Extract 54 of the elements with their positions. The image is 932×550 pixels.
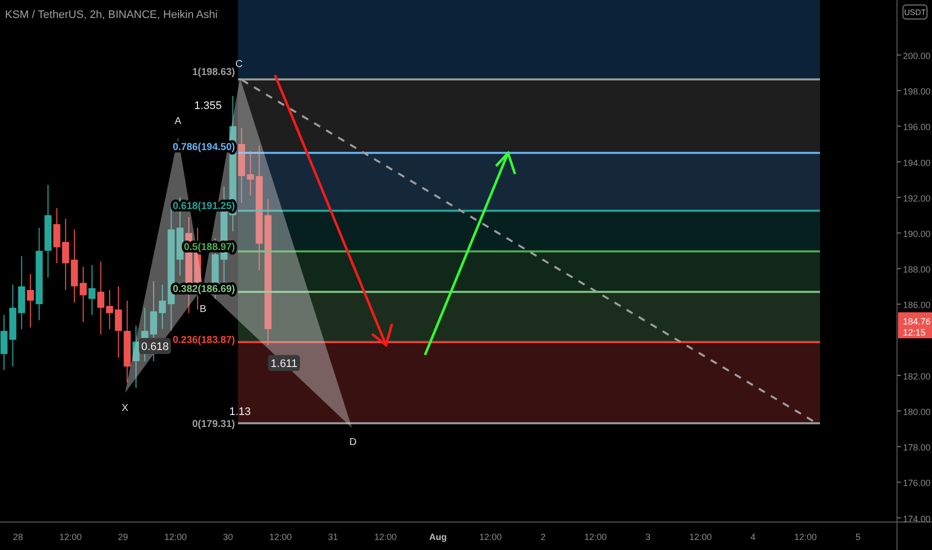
price-axis-label: 200.00 (903, 51, 931, 61)
time-axis-label: 3 (646, 532, 650, 542)
price-axis-label: 196.00 (903, 122, 931, 132)
chart-title: KSM / TetherUS, 2h, BINANCE, Heikin Ashi (5, 9, 218, 21)
pattern-ratio-badge: 1.611 (268, 355, 300, 371)
candlestick (132, 325, 140, 388)
candlestick (88, 264, 96, 316)
candlestick (53, 208, 60, 264)
time-axis-label: 12:00 (374, 532, 397, 542)
price-axis-label: 188.00 (903, 264, 931, 275)
fib-level-label: 0.618(191.25) (172, 201, 235, 212)
pattern-ratio-label: 1.13 (229, 406, 251, 418)
candlestick (80, 266, 87, 322)
time-axis-label: 12:00 (59, 532, 82, 542)
price-axis-label: 182.00 (903, 371, 931, 382)
time-axis-label: 12:00 (689, 532, 712, 542)
fib-level-label: 0.5(188.97) (184, 242, 235, 253)
pattern-ratio-label: 1.355 (194, 100, 222, 112)
time-axis-label: 28 (13, 532, 23, 542)
price-axis-label: 194.00 (903, 158, 931, 168)
pattern-point-label: B (200, 304, 206, 315)
currency-badge[interactable]: USDT (902, 4, 928, 20)
price-axis-label: 186.00 (903, 300, 931, 310)
price-axis-label: 178.00 (903, 442, 931, 453)
pattern-point-label: C (235, 59, 243, 70)
pattern-point-label: A (174, 116, 182, 127)
price-axis-label: 174.00 (903, 514, 931, 524)
time-axis-label: 12:00 (794, 532, 817, 542)
time-axis-label: 2 (540, 532, 546, 542)
pattern-point-label: X (122, 403, 128, 414)
candle-countdown: 12:15 (903, 327, 926, 338)
last-price-marker (898, 312, 932, 338)
time-axis-label: 30 (223, 532, 233, 542)
time-axis-label: 12:00 (479, 532, 502, 542)
pattern-ratio-badge: 0.618 (139, 338, 171, 354)
price-axis-label: 198.00 (903, 86, 931, 97)
price-axis-label: 190.00 (903, 229, 931, 239)
time-axis-label: 29 (118, 532, 128, 542)
time-axis-label: 12:00 (584, 532, 607, 542)
time-axis-label: 4 (750, 532, 756, 542)
time-axis-label: 31 (328, 532, 338, 542)
price-axis-label: 180.00 (903, 407, 931, 417)
time-axis-label: 12:00 (269, 532, 292, 542)
price-axis-label: 176.00 (903, 478, 931, 488)
time-axis-label: 12:00 (164, 532, 187, 542)
pattern-point-label: D (349, 437, 357, 448)
candlestick (0, 314, 8, 371)
price-axis-label: 192.00 (903, 193, 931, 204)
time-axis-label: Aug (429, 532, 447, 542)
fib-level-label: 1(198.63) (192, 67, 235, 78)
fib-level-label: 0(179.31) (192, 419, 235, 430)
fib-level-label: 0.236(183.87) (172, 335, 235, 346)
time-axis-label: 5 (856, 532, 860, 542)
last-price-label: 184.76 (903, 316, 931, 326)
